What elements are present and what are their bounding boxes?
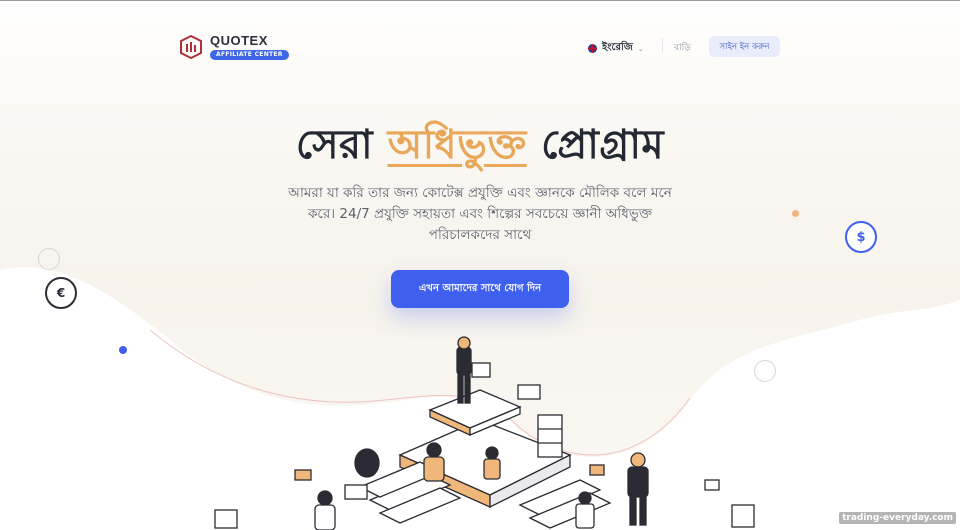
decor-ring	[38, 248, 60, 270]
language-label: ইংরেজি	[602, 42, 633, 53]
join-now-button[interactable]: এখন আমাদের সাথে যোগ দিন	[391, 270, 569, 308]
signin-button[interactable]: সাইন ইন করুন	[709, 36, 780, 57]
home-link[interactable]: বাড়ি	[674, 40, 691, 55]
hero-subtitle: আমরা যা করি তার জন্য কোটেক্স প্রযুক্তি এ…	[288, 185, 672, 243]
affiliate-badge: AFFILIATE CENTER	[210, 50, 289, 60]
decor-dot-orange	[792, 210, 799, 217]
hero-title-accent: অধিভুক্ত	[387, 122, 527, 168]
nav-divider	[662, 38, 663, 52]
logo-title: QUOTEX	[210, 33, 268, 48]
hero-title-part1: সেরা	[295, 122, 374, 168]
hero-illustration	[214, 336, 755, 530]
hero-title-part2: প্রোগ্রাম	[541, 122, 665, 168]
hero-title: সেরা অধিভুক্ত প্রোগ্রাম	[0, 113, 960, 180]
decor-dot-blue	[119, 346, 127, 354]
watermark: trading-everyday.com	[839, 512, 956, 524]
logo-icon	[180, 35, 202, 59]
quotex-logo[interactable]: QUOTEX AFFILIATE CENTER	[180, 34, 289, 60]
chevron-down-icon: ⌄	[637, 44, 644, 53]
language-selector[interactable]: ইংরেজি ⌄	[588, 40, 644, 57]
dollar-coin-icon: $	[845, 221, 877, 253]
uk-flag-icon	[588, 44, 597, 53]
euro-coin-icon: €	[45, 277, 77, 309]
